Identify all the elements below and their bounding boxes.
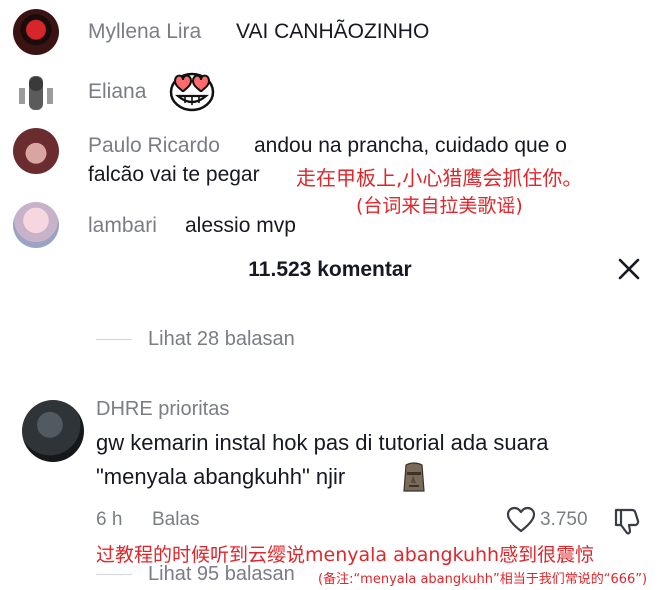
username-dhre[interactable]: DHRE prioritas <box>96 398 229 421</box>
username-eliana[interactable]: Eliana <box>88 80 146 104</box>
comment-text-line1: andou na prancha, cuidado que o <box>254 134 567 157</box>
username-paulo[interactable]: Paulo Ricardo <box>88 134 220 158</box>
avatar[interactable] <box>22 400 84 462</box>
like-count: 3.750 <box>540 509 588 530</box>
avatar[interactable] <box>13 128 59 174</box>
divider <box>96 339 132 340</box>
close-icon[interactable] <box>616 256 642 282</box>
heart-icon[interactable] <box>506 506 536 534</box>
avatar[interactable] <box>13 9 59 55</box>
comment-text-line2: "menyala abangkuhh" njir <box>96 464 346 489</box>
avatar[interactable] <box>13 202 59 248</box>
heart-eyes-icon <box>169 72 215 112</box>
username-lambari[interactable]: lambari <box>88 214 157 238</box>
view-replies-button[interactable]: Lihat 95 balasan <box>148 563 295 586</box>
translation-annotation: 走在甲板上,小心猎鹰会抓住你。 <box>296 166 583 190</box>
annotation-note: (备注:“menyala abangkuhh”相当于我们常说的“666”) <box>318 572 648 587</box>
comment-text: alessio mvp <box>185 214 296 237</box>
comment-time: 6 h <box>96 509 123 530</box>
username-myllena[interactable]: Myllena Lira <box>88 20 201 44</box>
reply-button[interactable]: Balas <box>152 509 200 531</box>
dislike-icon[interactable] <box>612 506 642 536</box>
divider <box>96 574 132 575</box>
comment-text-line1: gw kemarin instal hok pas di tutorial ad… <box>96 430 549 455</box>
translation-source-note: (台词来自拉美歌谣) <box>356 195 523 217</box>
avatar[interactable] <box>13 70 59 116</box>
comments-count-title: 11.523 komentar <box>248 258 412 281</box>
comment-text-line2: falcão vai te pegar <box>88 163 260 186</box>
moai-icon <box>403 462 425 492</box>
view-replies-button[interactable]: Lihat 28 balasan <box>148 328 295 351</box>
comment-text: VAI CANHÃOZINHO <box>236 20 430 43</box>
